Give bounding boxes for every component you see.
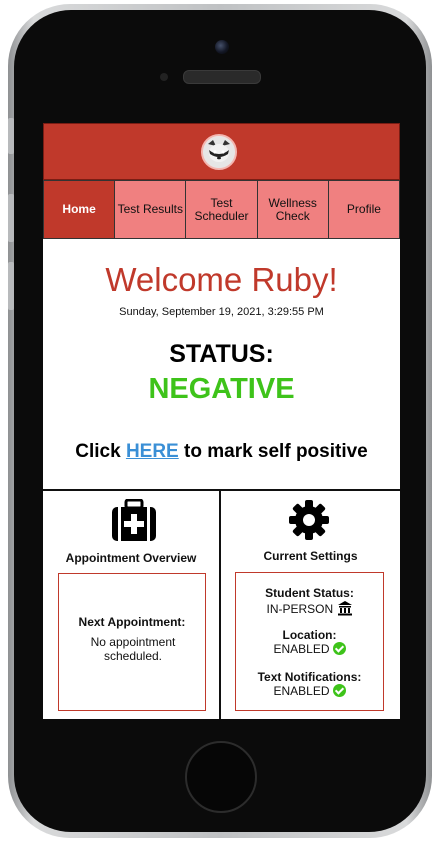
self-positive-prefix: Click: [75, 441, 121, 462]
notifications-value: ENABLED: [273, 684, 330, 698]
appointment-card: Appointment Overview Next Appointment: N…: [43, 491, 221, 719]
app-header: [43, 123, 400, 180]
status-label: STATUS:: [169, 340, 274, 368]
current-datetime: Sunday, September 19, 2021, 3:29:55 PM: [119, 306, 324, 318]
location-value: ENABLED: [273, 642, 330, 656]
status-value: NEGATIVE: [148, 373, 295, 405]
next-appointment-value: No appointment scheduled.: [90, 635, 176, 663]
tab-label: Wellness Check: [268, 195, 317, 223]
settings-box: Student Status: IN-PERSON Location: ENAB…: [235, 572, 384, 711]
appointment-title: Appointment Overview: [65, 551, 197, 565]
gear-icon: [289, 500, 329, 540]
mark-self-positive-link[interactable]: HERE: [126, 441, 179, 462]
proximity-sensor: [160, 73, 168, 81]
check-circle-icon: [332, 642, 346, 655]
next-appointment-label: Next Appointment:: [78, 615, 186, 629]
tab-test-scheduler[interactable]: Test Scheduler: [185, 180, 258, 239]
student-status-row: IN-PERSON: [236, 600, 383, 616]
welcome-heading: Welcome Ruby!: [105, 261, 338, 298]
tab-wellness-check[interactable]: Wellness Check: [256, 180, 329, 239]
tab-label: Test Scheduler: [194, 195, 249, 223]
notifications-row: ENABLED: [236, 684, 383, 698]
front-camera: [215, 40, 229, 54]
student-status-label: Student Status:: [265, 586, 354, 600]
self-positive-suffix: to mark self positive: [184, 441, 368, 462]
settings-card: Current Settings Student Status: IN-PERS…: [221, 491, 400, 719]
location-label: Location:: [282, 628, 337, 642]
main-nav: Home Test Results Test Scheduler Wellnes…: [43, 180, 400, 239]
tab-home[interactable]: Home: [43, 180, 116, 239]
self-positive-prompt: Click HERE to mark self positive: [43, 441, 400, 463]
tab-label: Test Results: [117, 202, 183, 216]
building-icon: [337, 601, 352, 616]
raccoon-logo-art: [203, 136, 235, 168]
raccoon-logo[interactable]: [201, 134, 237, 170]
medical-kit-icon: [112, 499, 156, 541]
overview-cards: Appointment Overview Next Appointment: N…: [43, 489, 400, 719]
tab-label: Home: [62, 202, 96, 216]
notifications-label: Text Notifications:: [257, 670, 362, 684]
tab-label: Profile: [346, 202, 381, 216]
check-circle-icon: [332, 684, 346, 697]
tab-test-results[interactable]: Test Results: [114, 180, 187, 239]
next-appointment-box: Next Appointment: No appointment schedul…: [58, 573, 206, 711]
student-status-value: IN-PERSON: [266, 602, 334, 616]
home-button[interactable]: [185, 741, 257, 813]
earpiece-speaker: [183, 70, 261, 84]
app-screen: Home Test Results Test Scheduler Wellnes…: [43, 123, 400, 719]
tab-profile[interactable]: Profile: [327, 180, 400, 239]
location-row: ENABLED: [236, 642, 383, 656]
settings-title: Current Settings: [263, 549, 358, 563]
